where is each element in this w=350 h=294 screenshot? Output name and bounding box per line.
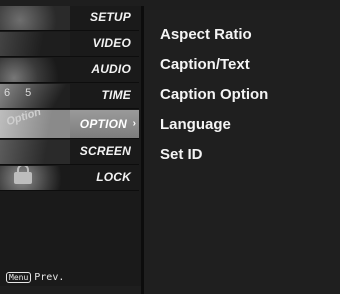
clock-digits: 6 5 xyxy=(4,87,38,99)
prev-label: Prev. xyxy=(34,272,65,283)
sidebar-item-label: LOCK xyxy=(96,170,131,184)
option-thumbnail-text: Option xyxy=(5,110,43,129)
menu-item-caption-text[interactable]: Caption/Text xyxy=(160,56,250,73)
chevron-right-icon: › xyxy=(132,118,136,129)
sidebar-item-screen[interactable]: SCREEN xyxy=(0,140,139,165)
lock-thumbnail-icon xyxy=(0,166,70,190)
sidebar-item-lock[interactable]: LOCK xyxy=(0,166,139,191)
sidebar-item-label: TIME xyxy=(101,88,131,102)
sidebar-item-label: VIDEO xyxy=(92,36,131,50)
sidebar-item-label: OPTION xyxy=(79,117,127,131)
sidebar-item-setup[interactable]: SETUP xyxy=(0,6,139,31)
tv-menu-screen: SETUP VIDEO AUDIO 6 5 TIME Option OPTION… xyxy=(0,0,340,294)
main-menu-sidebar: SETUP VIDEO AUDIO 6 5 TIME Option OPTION… xyxy=(0,6,141,286)
menu-item-set-id[interactable]: Set ID xyxy=(160,146,203,163)
sidebar-item-time[interactable]: 6 5 TIME xyxy=(0,84,139,109)
menu-item-language[interactable]: Language xyxy=(160,116,231,133)
screen-thumbnail-icon xyxy=(0,140,70,164)
menu-item-aspect-ratio[interactable]: Aspect Ratio xyxy=(160,26,252,43)
option-submenu: Aspect Ratio Caption/Text Caption Option… xyxy=(144,10,340,294)
sidebar-item-audio[interactable]: AUDIO xyxy=(0,58,139,83)
audio-thumbnail-icon xyxy=(0,58,70,82)
sidebar-item-label: SETUP xyxy=(89,10,131,24)
lock-icon xyxy=(14,166,32,184)
menu-item-caption-option[interactable]: Caption Option xyxy=(160,86,268,103)
menu-key-icon: Menu xyxy=(6,272,32,283)
sidebar-item-option[interactable]: Option OPTION › xyxy=(0,110,139,139)
setup-thumbnail-icon xyxy=(0,6,70,30)
sidebar-item-label: AUDIO xyxy=(91,62,131,76)
video-thumbnail-icon xyxy=(0,32,70,56)
sidebar-item-label: SCREEN xyxy=(79,144,131,158)
option-thumbnail-icon: Option xyxy=(0,110,70,138)
clock-thumbnail-icon: 6 5 xyxy=(0,84,70,108)
footer-hint: Menu Prev. xyxy=(6,272,64,283)
sidebar-item-video[interactable]: VIDEO xyxy=(0,32,139,57)
